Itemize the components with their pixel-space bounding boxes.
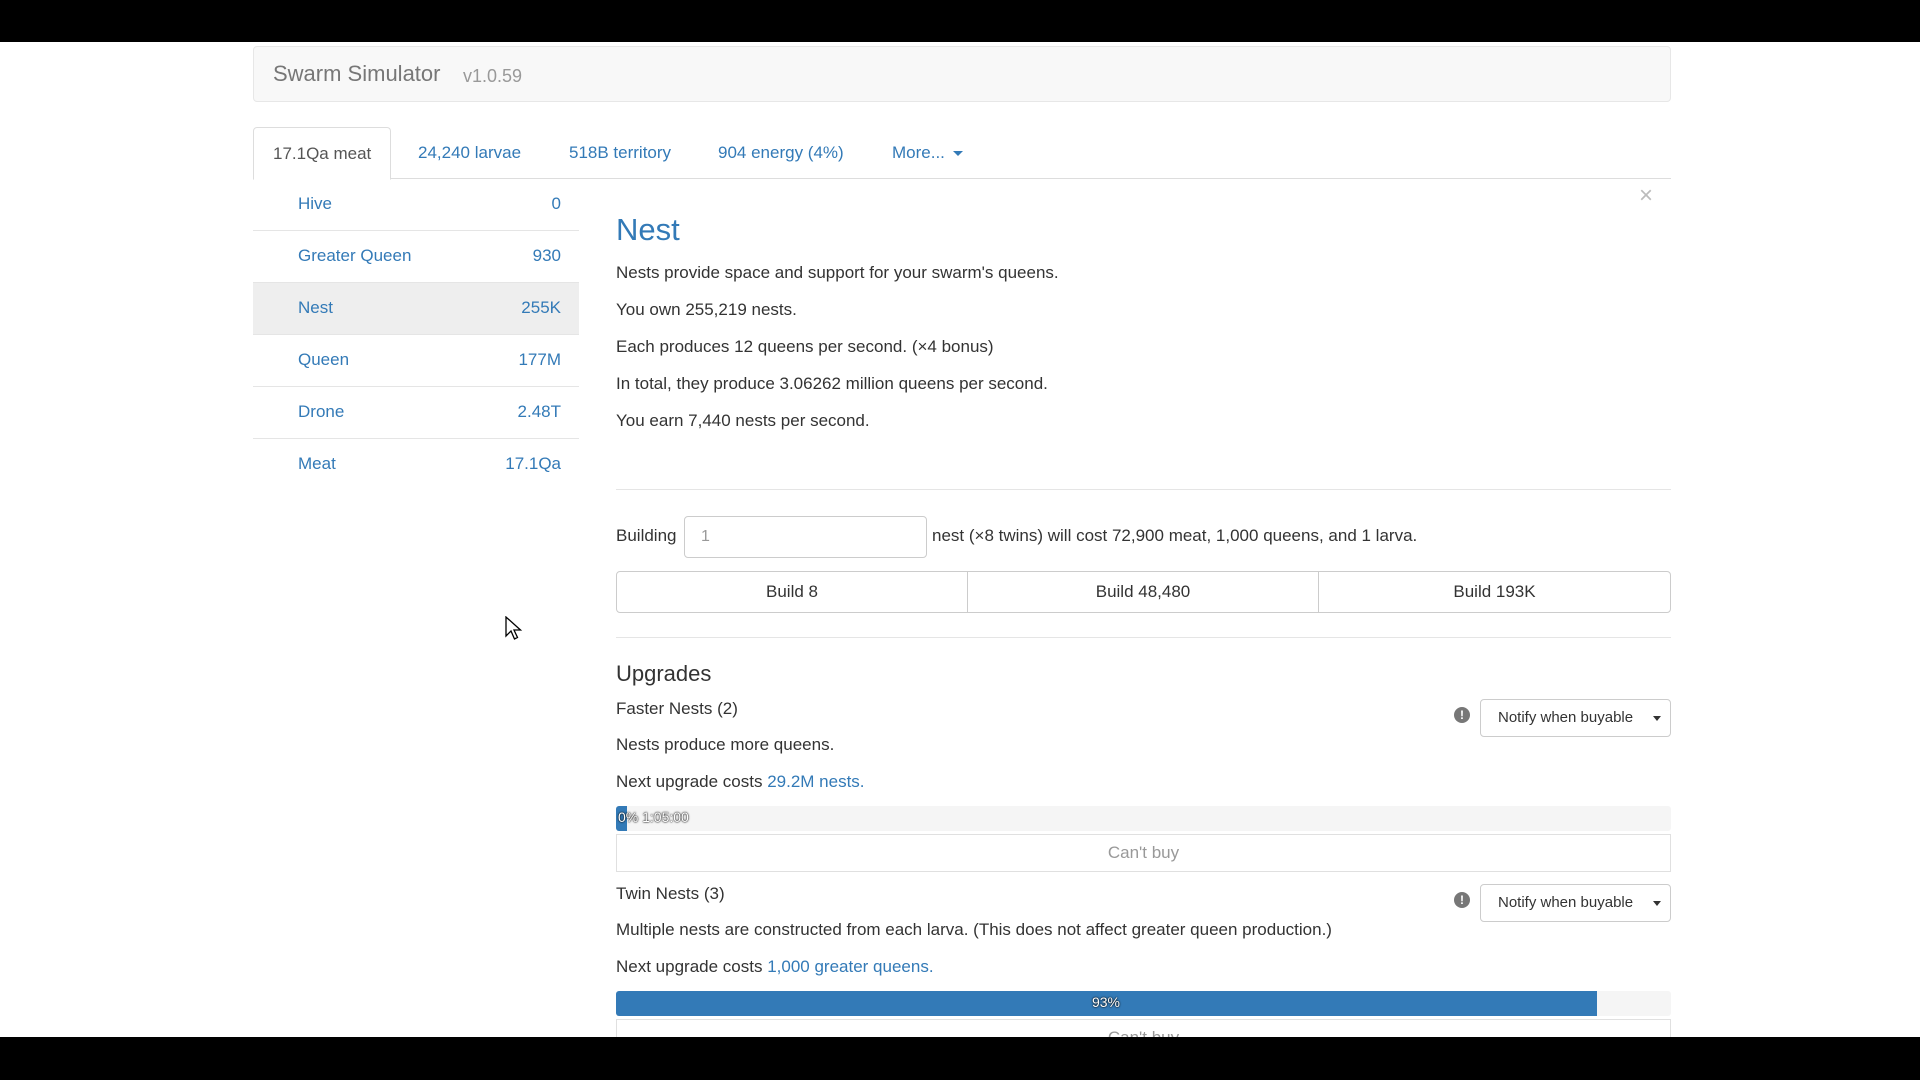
notify-select-value: Notify when buyable xyxy=(1498,894,1634,911)
build-cost-text: nest (×8 twins) will cost 72,900 meat, 1… xyxy=(932,526,1418,545)
tab-energy-label: 904 energy (4%) xyxy=(718,143,844,162)
unit-total-produce: In total, they produce 3.06262 million q… xyxy=(616,374,1048,393)
sidebar-item-meat[interactable]: Meat 17.1Qa xyxy=(253,439,579,491)
tab-territory-label: 518B territory xyxy=(569,143,672,162)
notify-select-value: Notify when buyable xyxy=(1498,709,1634,726)
upgrades-heading: Upgrades xyxy=(616,661,712,686)
info-icon[interactable]: ! xyxy=(1454,707,1470,723)
app-title[interactable]: Swarm Simulator xyxy=(273,61,440,87)
notify-select[interactable]: Notify when buyable xyxy=(1480,699,1671,737)
sidebar-item-queen[interactable]: Queen 177M xyxy=(253,335,579,387)
sidebar-item-greater-queen[interactable]: Greater Queen 930 xyxy=(253,231,579,283)
upgrade-description: Multiple nests are constructed from each… xyxy=(616,920,1332,939)
build-8-button[interactable]: Build 8 xyxy=(616,571,968,613)
sidebar-item-name: Queen xyxy=(298,350,350,369)
unit-earn-rate: You earn 7,440 nests per second. xyxy=(616,411,870,430)
upgrade-name: Faster Nests (2) xyxy=(616,699,738,718)
cant-buy-button[interactable]: Can't buy xyxy=(616,1019,1671,1037)
tab-meat[interactable]: 17.1Qa meat xyxy=(253,127,392,180)
build-quantity-input[interactable] xyxy=(684,516,927,558)
unit-title: Nest xyxy=(616,212,680,247)
build-48480-button[interactable]: Build 48,480 xyxy=(967,571,1319,613)
upgrade-description: Nests produce more queens. xyxy=(616,735,835,754)
mouse-pointer-icon xyxy=(505,616,523,640)
chevron-down-icon xyxy=(1653,716,1661,721)
sidebar-item-name: Greater Queen xyxy=(298,246,412,265)
upgrade-progress-label: 0% 1:05:00 xyxy=(618,809,689,825)
app-screen: Swarm Simulator v1.0.59 17.1Qa meat 24,2… xyxy=(0,42,1920,1037)
sidebar-item-count: 177M xyxy=(518,350,561,369)
notify-select[interactable]: Notify when buyable xyxy=(1480,884,1671,922)
tab-larvae-label: 24,240 larvae xyxy=(418,143,522,162)
sidebar-item-hive[interactable]: Hive 0 xyxy=(253,179,579,231)
sidebar-item-name: Drone xyxy=(298,402,345,421)
upgrade-cost: Next upgrade costs 1,000 greater queens. xyxy=(616,957,934,977)
sidebar-item-name: Hive xyxy=(298,194,333,213)
upgrade-progress: 93% xyxy=(616,991,1671,1016)
unit-each-produces: Each produces 12 queens per second. (×4 … xyxy=(616,337,994,356)
upgrade-cost-link[interactable]: 29.2M nests. xyxy=(767,772,864,791)
navbar: Swarm Simulator v1.0.59 xyxy=(253,46,1671,102)
sidebar-item-nest[interactable]: Nest 255K xyxy=(253,283,579,335)
resource-tabs: 17.1Qa meat 24,240 larvae 518B territory… xyxy=(253,127,1671,180)
unit-description: Nests provide space and support for your… xyxy=(616,263,1059,282)
building-label: Building xyxy=(616,526,677,545)
upgrade-cost: Next upgrade costs 29.2M nests. xyxy=(616,772,865,792)
upgrade-cost-link[interactable]: 1,000 greater queens. xyxy=(767,957,933,976)
divider xyxy=(616,489,1671,490)
tab-larvae[interactable]: 24,240 larvae xyxy=(418,127,521,179)
sidebar-item-count: 0 xyxy=(551,194,561,213)
upgrade-progress: 0% 1:05:00 xyxy=(616,806,1671,831)
tab-more[interactable]: More... xyxy=(892,127,963,179)
divider xyxy=(616,637,1671,638)
sidebar-item-count: 17.1Qa xyxy=(505,454,561,473)
tab-territory[interactable]: 518B territory xyxy=(569,127,671,179)
unit-sidebar: Hive 0 Greater Queen 930 Nest 255K Queen… xyxy=(253,179,579,491)
sidebar-item-name: Nest xyxy=(298,298,333,317)
upgrade-progress-label: 93% xyxy=(1091,994,1121,1010)
info-icon[interactable]: ! xyxy=(1454,892,1470,908)
build-193k-button[interactable]: Build 193K xyxy=(1318,571,1671,613)
sidebar-item-drone[interactable]: Drone 2.48T xyxy=(253,387,579,439)
sidebar-item-count: 255K xyxy=(521,298,561,317)
upgrade-name: Twin Nests (3) xyxy=(616,884,725,903)
chevron-down-icon xyxy=(1653,901,1661,906)
cant-buy-button[interactable]: Can't buy xyxy=(616,834,1671,872)
tab-energy[interactable]: 904 energy (4%) xyxy=(718,127,844,179)
app-version: v1.0.59 xyxy=(463,66,523,86)
unit-owned: You own 255,219 nests. xyxy=(616,300,797,319)
tab-meat-label: 17.1Qa meat xyxy=(273,144,372,163)
upgrade-cost-prefix: Next upgrade costs xyxy=(616,957,763,976)
sidebar-item-name: Meat xyxy=(298,454,336,473)
upgrade-cost-prefix: Next upgrade costs xyxy=(616,772,763,791)
sidebar-item-count: 930 xyxy=(532,246,561,265)
caret-down-icon xyxy=(952,151,963,157)
close-icon[interactable]: × xyxy=(1639,182,1653,210)
tab-more-label: More... xyxy=(892,143,945,162)
sidebar-item-count: 2.48T xyxy=(517,402,561,421)
